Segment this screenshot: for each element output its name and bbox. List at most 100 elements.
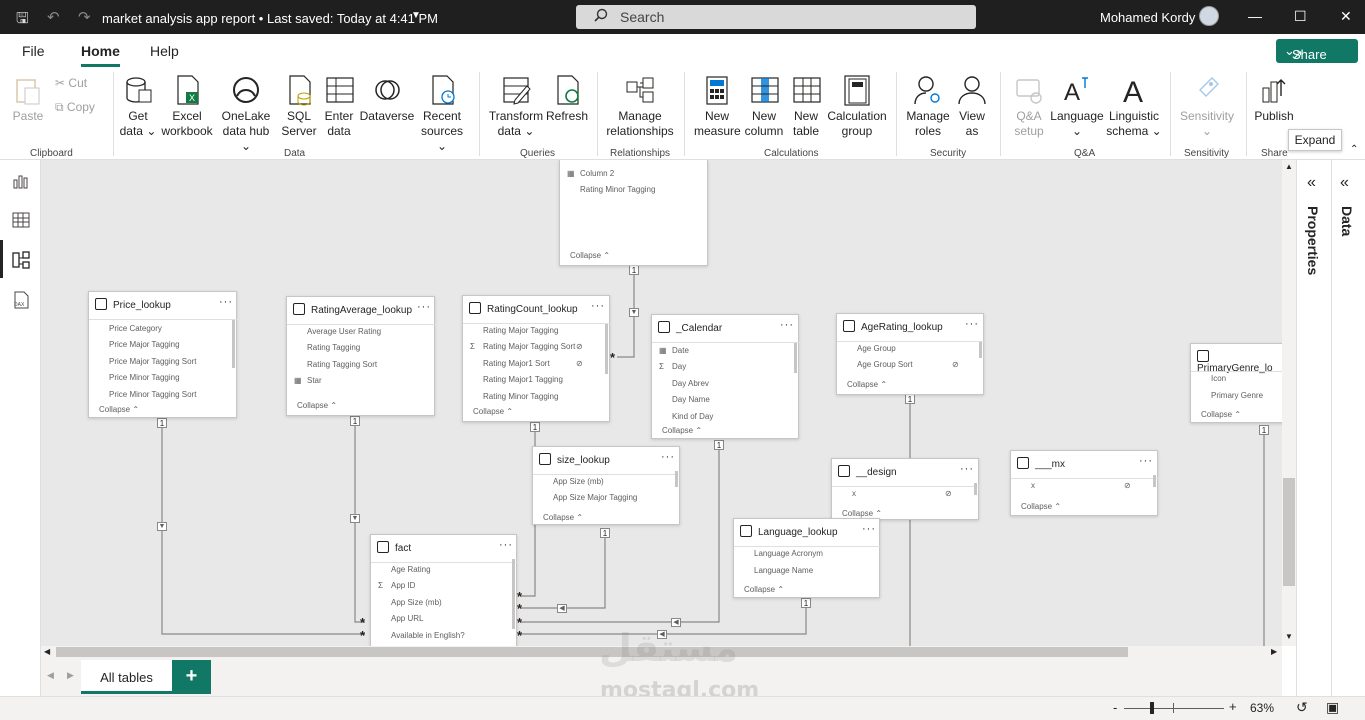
column-name[interactable]: Rating Tagging Sort bbox=[307, 360, 377, 369]
table-card-price-lookup[interactable]: Price_lookup ··· Price Category Price Ma… bbox=[88, 291, 238, 418]
more-options-icon[interactable]: ··· bbox=[591, 300, 605, 312]
column-name[interactable]: Price Category bbox=[109, 324, 162, 333]
column-name[interactable]: Language Acronym bbox=[754, 549, 823, 558]
excel-workbook-button[interactable]: X Excel workbook bbox=[159, 74, 215, 139]
expand-data-icon[interactable]: « bbox=[1340, 174, 1349, 192]
scrollbar[interactable] bbox=[232, 320, 235, 368]
new-column-button[interactable]: New column bbox=[742, 74, 786, 139]
column-name[interactable]: Age Rating bbox=[391, 565, 431, 574]
menu-help[interactable]: Help bbox=[150, 43, 179, 59]
column-name[interactable]: Day Name bbox=[672, 395, 710, 404]
table-card-size-lookup[interactable]: size_lookup ··· App Size (mb) App Size M… bbox=[532, 446, 681, 525]
scroll-down-icon[interactable]: ▼ bbox=[1285, 632, 1293, 641]
collapse-ribbon-icon[interactable]: ⌃ bbox=[1350, 144, 1358, 155]
column-name[interactable]: Rating Major1 Sort bbox=[483, 359, 550, 368]
table-card-agerating-lookup[interactable]: AgeRating_lookup ··· Age Group Age Group… bbox=[836, 313, 985, 395]
column-name[interactable]: App Size (mb) bbox=[391, 598, 442, 607]
column-name[interactable]: Rating Major1 Tagging bbox=[483, 375, 563, 384]
collapse-button[interactable]: Collapse ⌃ bbox=[1021, 502, 1061, 511]
onelake-button[interactable]: OneLake data hub ⌄ bbox=[216, 74, 276, 154]
column-name[interactable]: Age Group bbox=[857, 344, 896, 353]
more-options-icon[interactable]: ··· bbox=[965, 318, 979, 330]
column-name[interactable]: x bbox=[852, 489, 856, 498]
column-name[interactable]: Rating Minor Tagging bbox=[483, 392, 558, 401]
zoom-slider[interactable] bbox=[1124, 708, 1224, 709]
recent-sources-button[interactable]: Recent sources ⌄ bbox=[415, 74, 469, 154]
sql-server-button[interactable]: SQL Server bbox=[280, 74, 318, 139]
maximize-icon[interactable]: ☐ bbox=[1294, 8, 1307, 25]
collapse-button[interactable]: Collapse ⌃ bbox=[662, 426, 702, 435]
scroll-thumb[interactable] bbox=[56, 647, 1128, 657]
more-options-icon[interactable]: ··· bbox=[960, 463, 974, 475]
collapse-button[interactable]: Collapse ⌃ bbox=[543, 513, 583, 522]
column-name[interactable]: Average User Rating bbox=[307, 327, 381, 336]
search-box[interactable]: Search bbox=[576, 5, 976, 29]
column-name[interactable]: Column 2 bbox=[580, 169, 614, 178]
scroll-thumb[interactable] bbox=[1283, 478, 1295, 586]
hidden-eye-icon[interactable]: ⊘ bbox=[576, 359, 583, 368]
column-name[interactable]: Date bbox=[672, 346, 689, 355]
scrollbar[interactable] bbox=[1153, 475, 1156, 487]
scroll-left-icon[interactable]: ◀ bbox=[44, 647, 50, 656]
column-name[interactable]: Primary Genre bbox=[1211, 391, 1263, 400]
hidden-eye-icon[interactable]: ⊘ bbox=[952, 360, 959, 369]
copy-button[interactable]: ⧉ Copy bbox=[55, 100, 95, 115]
column-name[interactable]: Kind of Day bbox=[672, 412, 713, 421]
calculation-group-button[interactable]: Calculation group bbox=[826, 74, 888, 139]
column-name[interactable]: App Size Major Tagging bbox=[553, 493, 637, 502]
properties-pane-label[interactable]: Properties bbox=[1305, 206, 1321, 275]
table-card-ratingcount-lookup[interactable]: RatingCount_lookup ··· Rating Major Tagg… bbox=[462, 295, 611, 422]
share-button[interactable]: ↗ Share ⌄ bbox=[1276, 39, 1358, 63]
table-card-design[interactable]: __design ··· x ⊘ Collapse ⌃ bbox=[831, 458, 980, 520]
tab-scroll-left-icon[interactable]: ◀ bbox=[47, 670, 54, 681]
column-name[interactable]: Star bbox=[307, 376, 322, 385]
column-name[interactable]: Day bbox=[672, 362, 686, 371]
menu-file[interactable]: File bbox=[22, 43, 45, 59]
collapse-button[interactable]: Collapse ⌃ bbox=[744, 585, 784, 594]
more-options-icon[interactable]: ··· bbox=[499, 539, 513, 551]
zoom-in-button[interactable]: + bbox=[1229, 699, 1237, 714]
enter-data-button[interactable]: Enter data bbox=[320, 74, 358, 139]
close-icon[interactable]: ✕ bbox=[1340, 8, 1352, 25]
zoom-slider-thumb[interactable] bbox=[1150, 702, 1154, 714]
more-options-icon[interactable]: ··· bbox=[661, 451, 675, 463]
manage-roles-button[interactable]: Manage roles bbox=[904, 74, 952, 139]
scrollbar[interactable] bbox=[605, 324, 608, 374]
manage-relationships-button[interactable]: Manage relationships bbox=[604, 74, 676, 139]
get-data-button[interactable]: Get data ⌄ bbox=[118, 74, 158, 139]
new-table-button[interactable]: New table bbox=[788, 74, 824, 139]
cut-button[interactable]: ✂ Cut bbox=[55, 76, 87, 90]
more-options-icon[interactable]: ··· bbox=[780, 319, 794, 331]
scroll-right-icon[interactable]: ▶ bbox=[1271, 647, 1277, 656]
data-pane-label[interactable]: Data bbox=[1339, 206, 1355, 236]
column-name[interactable]: Available in English? bbox=[391, 631, 465, 640]
dax-query-view-icon[interactable]: DAX bbox=[11, 290, 31, 310]
table-card-ratingaverage-lookup[interactable]: RatingAverage_lookup ··· Average User Ra… bbox=[286, 296, 436, 416]
transform-data-button[interactable]: Transform data ⌄ bbox=[488, 74, 544, 139]
tab-all-tables[interactable]: All tables bbox=[81, 660, 172, 694]
undo-icon[interactable]: ↶ bbox=[47, 8, 60, 26]
hidden-eye-icon[interactable]: ⊘ bbox=[576, 342, 583, 351]
table-view-icon[interactable] bbox=[11, 210, 31, 230]
collapse-button[interactable]: Collapse ⌃ bbox=[473, 407, 513, 416]
collapse-button[interactable]: Collapse ⌃ bbox=[1201, 410, 1241, 419]
save-icon[interactable]: 🖫 bbox=[16, 8, 29, 33]
more-options-icon[interactable]: ··· bbox=[1139, 455, 1153, 467]
publish-button[interactable]: Publish bbox=[1252, 74, 1296, 124]
table-card-fact[interactable]: fact ··· Age Rating Σ App ID App Size (m… bbox=[370, 534, 518, 646]
more-options-icon[interactable]: ··· bbox=[862, 523, 876, 535]
collapse-button[interactable]: Collapse ⌃ bbox=[297, 401, 337, 410]
column-name[interactable]: App ID bbox=[391, 581, 415, 590]
expand-properties-icon[interactable]: « bbox=[1307, 174, 1316, 192]
collapse-button[interactable]: Collapse ⌃ bbox=[842, 509, 882, 518]
column-name[interactable]: Rating Major Tagging bbox=[483, 326, 558, 335]
linguistic-schema-button[interactable]: A Linguistic schema ⌄ bbox=[1106, 74, 1162, 139]
table-card-calendar[interactable]: _Calendar ··· ▦ Date Σ Day Day Abrev Day… bbox=[651, 314, 800, 439]
language-button[interactable]: A Language ⌄ bbox=[1050, 74, 1104, 139]
vertical-scrollbar[interactable]: ▲ ▼ bbox=[1282, 160, 1296, 646]
table-card-mx[interactable]: ___mx ··· x ⊘ Collapse ⌃ bbox=[1010, 450, 1159, 516]
scrollbar[interactable] bbox=[974, 483, 977, 495]
tab-scroll-right-icon[interactable]: ▶ bbox=[67, 670, 74, 681]
column-name[interactable]: Price Major Tagging Sort bbox=[109, 357, 196, 366]
reset-layout-icon[interactable]: ↺ bbox=[1296, 699, 1308, 716]
